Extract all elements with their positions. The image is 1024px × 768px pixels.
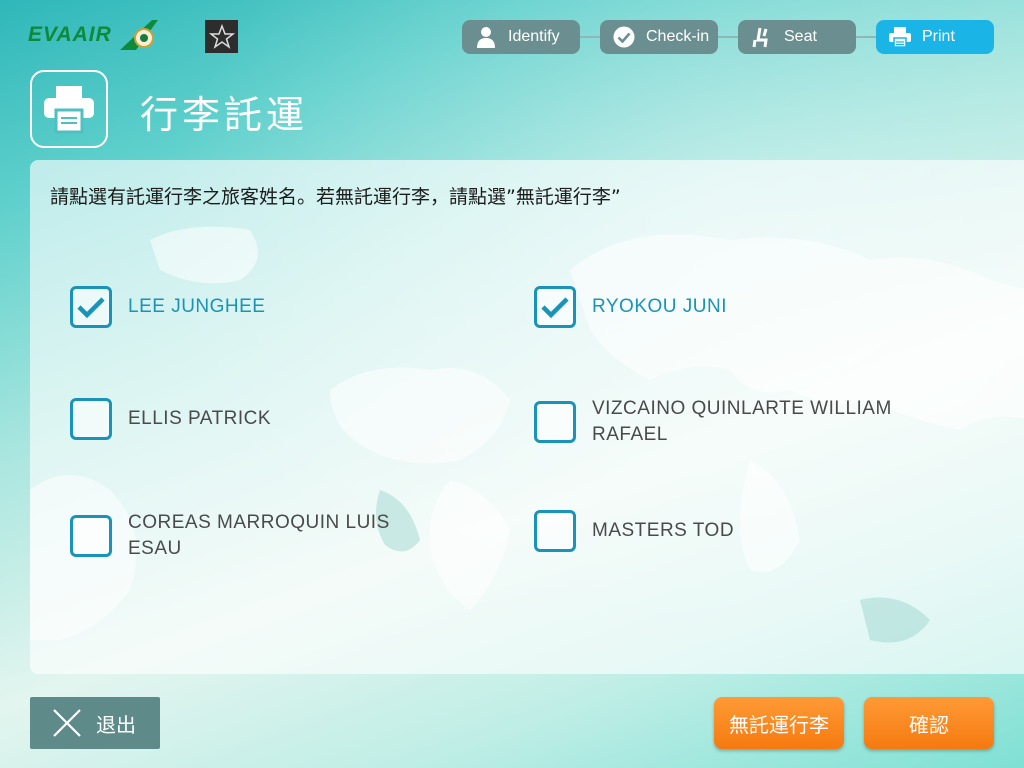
brand-name: EVAAIR — [28, 23, 112, 46]
no-baggage-label: 無託運行李 — [729, 712, 829, 737]
passenger-name: RYOKOU JUNI — [592, 296, 728, 317]
passenger-panel: 請點選有託運行李之旅客姓名。若無託運行李，請點選”無託運行李” LEE JUNG… — [30, 160, 1024, 674]
passenger-checkbox[interactable] — [534, 286, 576, 328]
step-seat: Seat — [738, 20, 856, 54]
step-identify: Identify — [462, 20, 580, 54]
passenger-option[interactable]: RYOKOU JUNI — [534, 286, 727, 328]
step-connector — [716, 36, 740, 38]
instruction-text: 請點選有託運行李之旅客姓名。若無託運行李，請點選”無託運行李” — [50, 186, 621, 208]
eva-air-logo: EVAAIR — [28, 18, 160, 52]
check-circle-icon — [612, 25, 636, 49]
person-icon — [474, 25, 498, 49]
no-baggage-button[interactable]: 無託運行李 — [714, 697, 844, 749]
passenger-option[interactable]: MASTERS TOD — [534, 510, 734, 552]
printer-icon — [44, 86, 94, 134]
printer-icon — [888, 25, 912, 49]
eva-emblem-icon — [119, 20, 158, 50]
passenger-checkbox[interactable] — [534, 510, 576, 552]
close-icon — [53, 709, 81, 737]
passenger-option[interactable]: COREAS MARROQUIN LUIS ESAU — [70, 510, 448, 562]
passenger-name: MASTERS TOD — [592, 520, 735, 541]
confirm-button[interactable]: 確認 — [864, 697, 994, 749]
step-label: Check-in — [646, 28, 710, 45]
passenger-option[interactable]: VIZCAINO QUINLARTE WILLIAM RAFAEL — [534, 396, 912, 448]
check-icon — [77, 297, 105, 319]
step-print: Print — [876, 20, 994, 54]
passenger-checkbox[interactable] — [70, 515, 112, 557]
passenger-option[interactable]: LEE JUNGHEE — [70, 286, 265, 328]
page-title: 行李託運 — [140, 93, 309, 137]
passenger-checkbox[interactable] — [70, 286, 112, 328]
seat-icon — [750, 25, 774, 49]
page-icon-box — [30, 70, 108, 148]
step-connector — [854, 36, 878, 38]
step-connector — [578, 36, 602, 38]
passenger-name: VIZCAINO QUINLARTE WILLIAM RAFAEL — [592, 398, 892, 445]
step-check-in: Check-in — [600, 20, 718, 54]
exit-label: 退出 — [96, 712, 136, 737]
progress-steps: Identify Check-in Seat Print — [462, 20, 994, 54]
confirm-label: 確認 — [909, 712, 949, 737]
passenger-name: COREAS MARROQUIN LUIS ESAU — [128, 512, 390, 559]
passenger-checkbox[interactable] — [70, 398, 112, 440]
exit-button[interactable]: 退出 — [30, 697, 160, 749]
star-alliance-icon — [208, 23, 235, 49]
check-icon — [541, 297, 569, 319]
step-label: Print — [922, 28, 955, 45]
passenger-option[interactable]: ELLIS PATRICK — [70, 398, 271, 440]
star-alliance-logo — [205, 20, 238, 53]
passenger-name: LEE JUNGHEE — [128, 296, 266, 317]
step-label: Identify — [508, 28, 560, 45]
passenger-checkbox[interactable] — [534, 401, 576, 443]
passenger-name: ELLIS PATRICK — [128, 408, 272, 429]
step-label: Seat — [784, 28, 817, 45]
